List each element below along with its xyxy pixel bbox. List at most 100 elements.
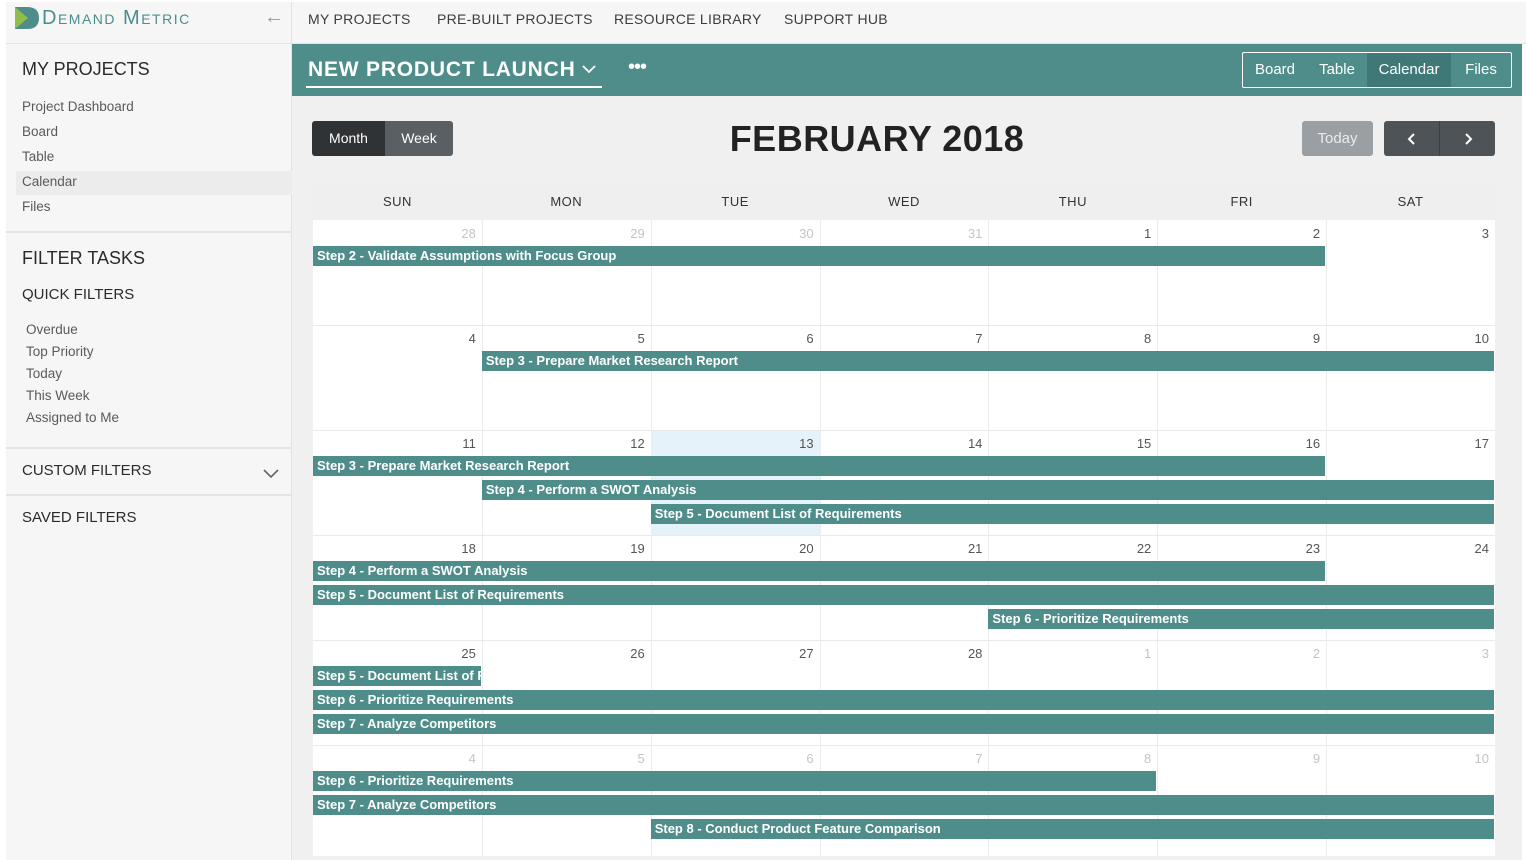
sidebar-item-files[interactable]: Files <box>22 199 51 214</box>
column-divider <box>988 220 989 856</box>
custom-filters-toggle[interactable]: CUSTOM FILTERS <box>22 462 151 479</box>
quick-filter-this-week[interactable]: This Week <box>26 388 90 403</box>
calendar-event[interactable]: Step 6 - Prioritize Requirements <box>313 690 1494 710</box>
calendar-event[interactable]: Step 5 - Document List of Requirements <box>650 504 1494 524</box>
month-view-button[interactable]: Month <box>312 121 385 156</box>
tab-calendar[interactable]: Calendar <box>1367 53 1451 87</box>
calendar-event[interactable]: Step 6 - Prioritize Requirements <box>313 771 1157 791</box>
day-number[interactable]: 27 <box>784 646 813 661</box>
arrow-left-icon[interactable]: ← <box>264 6 284 29</box>
day-number[interactable]: 29 <box>615 226 644 241</box>
quick-filter-today[interactable]: Today <box>26 366 62 381</box>
calendar-event[interactable]: Step 4 - Perform a SWOT Analysis <box>313 561 1326 581</box>
calendar-event[interactable]: Step 7 - Analyze Competitors <box>313 795 1494 815</box>
project-title[interactable]: NEW PRODUCT LAUNCH <box>308 58 576 82</box>
nav-support-hub[interactable]: SUPPORT HUB <box>784 11 888 27</box>
day-number[interactable]: 8 <box>1121 331 1151 346</box>
calendar-event[interactable]: Step 8 - Conduct Product Feature Compari… <box>650 819 1494 839</box>
day-number[interactable]: 15 <box>1121 436 1151 451</box>
column-divider <box>651 220 652 856</box>
day-number[interactable]: 28 <box>952 646 982 661</box>
day-number[interactable]: 25 <box>446 646 475 661</box>
day-number[interactable]: 16 <box>1290 436 1320 451</box>
brand-logo[interactable]: Demand Metric ← <box>6 2 292 44</box>
day-number[interactable]: 23 <box>1290 541 1320 556</box>
day-number[interactable]: 9 <box>1290 331 1320 346</box>
tab-files[interactable]: Files <box>1451 53 1511 87</box>
day-number[interactable]: 19 <box>615 541 644 556</box>
day-number[interactable]: 6 <box>784 751 813 766</box>
sidebar-item-board[interactable]: Board <box>22 124 58 139</box>
nav-pre-built-projects[interactable]: PRE-BUILT PROJECTS <box>437 11 593 27</box>
calendar-event[interactable]: Step 7 - Analyze Competitors <box>313 714 1494 734</box>
day-number[interactable]: 3 <box>1459 646 1489 661</box>
day-number[interactable]: 14 <box>952 436 982 451</box>
sidebar-item-project-dashboard[interactable]: Project Dashboard <box>22 99 134 114</box>
day-number[interactable]: 12 <box>615 436 644 451</box>
divider <box>6 231 292 233</box>
day-number[interactable]: 1 <box>1121 226 1151 241</box>
week-divider <box>313 640 1495 641</box>
day-number[interactable]: 26 <box>615 646 644 661</box>
saved-filters-toggle[interactable]: SAVED FILTERS <box>22 509 136 526</box>
day-number[interactable]: 6 <box>784 331 813 346</box>
day-number[interactable]: 4 <box>446 331 476 346</box>
tab-board[interactable]: Board <box>1243 53 1307 87</box>
day-number[interactable]: 5 <box>615 331 644 346</box>
day-number[interactable]: 5 <box>615 751 644 766</box>
quick-filters-title: QUICK FILTERS <box>22 286 135 303</box>
day-number[interactable]: 10 <box>1459 331 1489 346</box>
day-number[interactable]: 3 <box>1459 226 1489 241</box>
day-number[interactable]: 30 <box>784 226 813 241</box>
sidebar: Demand Metric ← MY PROJECTS Project Dash… <box>6 2 292 860</box>
day-number[interactable]: 20 <box>784 541 813 556</box>
calendar-event[interactable]: Step 4 - Perform a SWOT Analysis <box>481 480 1494 500</box>
sidebar-item-table[interactable]: Table <box>22 149 54 164</box>
nav-resource-library[interactable]: RESOURCE LIBRARY <box>614 11 762 27</box>
calendar-event[interactable]: Step 5 - Document List of Requirements <box>313 585 1494 605</box>
chevron-down-icon[interactable] <box>582 64 596 74</box>
quick-filter-overdue[interactable]: Overdue <box>26 322 78 337</box>
prev-month-button[interactable] <box>1384 121 1439 156</box>
month-navigation <box>1384 121 1495 156</box>
calendar-event[interactable]: Step 3 - Prepare Market Research Report <box>313 456 1326 476</box>
day-number[interactable]: 10 <box>1459 751 1489 766</box>
day-number[interactable]: 24 <box>1459 541 1489 556</box>
quick-filter-assigned-to-me[interactable]: Assigned to Me <box>26 410 119 425</box>
weekday-tue: TUE <box>721 194 749 209</box>
chevron-down-icon[interactable] <box>262 466 280 480</box>
day-number[interactable]: 22 <box>1121 541 1151 556</box>
day-number[interactable]: 2 <box>1290 226 1320 241</box>
day-number[interactable]: 28 <box>446 226 475 241</box>
day-number[interactable]: 1 <box>1121 646 1151 661</box>
weekday-sat: SAT <box>1397 194 1424 209</box>
day-number[interactable]: 9 <box>1290 751 1320 766</box>
top-navigation: MY PROJECTS PRE-BUILT PROJECTS RESOURCE … <box>292 2 1526 44</box>
calendar-event[interactable]: Step 2 - Validate Assumptions with Focus… <box>313 246 1326 266</box>
next-month-button[interactable] <box>1439 121 1495 156</box>
day-number[interactable]: 2 <box>1290 646 1320 661</box>
week-divider <box>313 745 1495 746</box>
day-number[interactable]: 18 <box>446 541 475 556</box>
day-number[interactable]: 31 <box>952 226 982 241</box>
nav-my-projects[interactable]: MY PROJECTS <box>308 11 411 27</box>
today-button[interactable]: Today <box>1302 121 1373 156</box>
week-divider <box>313 535 1495 536</box>
more-options-button[interactable]: ••• <box>628 56 647 79</box>
calendar-event[interactable]: Step 6 - Prioritize Requirements <box>988 609 1494 629</box>
view-toggle: Month Week <box>312 121 453 156</box>
quick-filter-top-priority[interactable]: Top Priority <box>26 344 94 359</box>
day-number[interactable]: 4 <box>446 751 476 766</box>
week-view-button[interactable]: Week <box>385 121 453 156</box>
day-number[interactable]: 21 <box>952 541 982 556</box>
day-number[interactable]: 7 <box>952 331 982 346</box>
day-number[interactable]: 17 <box>1459 436 1489 451</box>
day-number[interactable]: 13 <box>784 436 813 451</box>
calendar-event[interactable]: Step 3 - Prepare Market Research Report <box>481 351 1494 371</box>
day-number[interactable]: 11 <box>446 436 476 451</box>
calendar-event[interactable]: Step 5 - Document List of Requirements <box>313 666 481 686</box>
day-number[interactable]: 7 <box>952 751 982 766</box>
tab-table[interactable]: Table <box>1307 53 1367 87</box>
sidebar-item-calendar[interactable]: Calendar <box>22 174 77 189</box>
day-number[interactable]: 8 <box>1121 751 1151 766</box>
